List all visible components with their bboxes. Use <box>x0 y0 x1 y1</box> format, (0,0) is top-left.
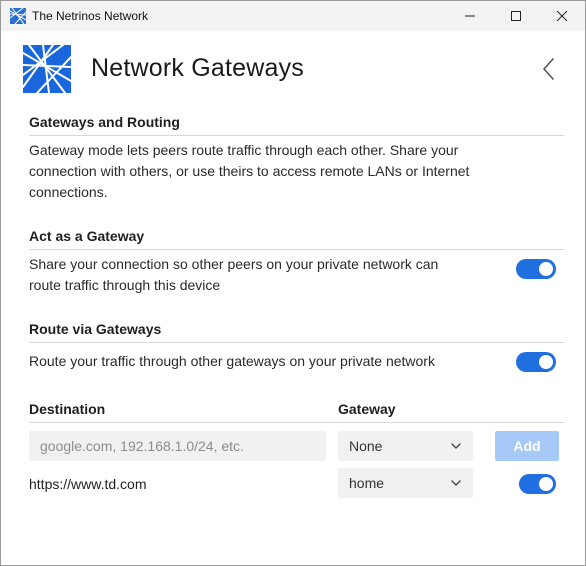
chevron-left-icon <box>543 58 554 80</box>
page-title: Network Gateways <box>91 54 304 82</box>
divider <box>29 249 564 250</box>
chevron-down-icon <box>451 443 461 449</box>
route-via-gateways-description: Route your traffic through other gateway… <box>29 353 435 369</box>
destination-input[interactable] <box>29 431 326 461</box>
back-button[interactable] <box>539 56 559 82</box>
minimize-button[interactable] <box>447 1 493 31</box>
divider <box>29 422 564 423</box>
maximize-icon <box>511 11 521 21</box>
route-enabled-toggle[interactable] <box>519 474 556 494</box>
toggle-knob <box>539 477 553 491</box>
description-line: Gateway mode lets peers route traffic th… <box>29 142 459 158</box>
minimize-icon <box>465 15 475 17</box>
app-logo-icon <box>10 8 26 24</box>
description-line: connection with others, or use theirs to… <box>29 163 470 179</box>
act-as-gateway-description: Share your connection so other peers on … <box>29 254 438 296</box>
toggle-knob <box>539 262 553 276</box>
add-route-button[interactable]: Add <box>495 431 559 461</box>
divider <box>29 342 564 343</box>
column-header-gateway: Gateway <box>338 401 396 417</box>
divider <box>29 135 564 136</box>
maximize-button[interactable] <box>493 1 539 31</box>
section-title-gateways-routing: Gateways and Routing <box>29 114 180 130</box>
window-title: The Netrinos Network <box>32 9 149 23</box>
chevron-down-icon <box>451 480 461 486</box>
description-line: route traffic through this device <box>29 277 221 293</box>
close-icon <box>556 10 568 22</box>
gateway-select-route-row[interactable]: home <box>338 468 473 498</box>
gateway-select-new-route[interactable]: None <box>338 431 473 461</box>
section-title-route-via-gateways: Route via Gateways <box>29 321 162 337</box>
netrinos-logo <box>23 45 71 93</box>
close-button[interactable] <box>539 1 585 31</box>
gateways-description: Gateway mode lets peers route traffic th… <box>29 140 469 203</box>
act-as-gateway-toggle[interactable] <box>516 259 556 279</box>
description-line: connections. <box>29 184 108 200</box>
toggle-knob <box>539 355 553 369</box>
column-header-destination: Destination <box>29 401 106 417</box>
app-window: The Netrinos Network Network Gateways Ga… <box>0 0 586 566</box>
description-line: Share your connection so other peers on … <box>29 256 439 272</box>
section-title-act-as-gateway: Act as a Gateway <box>29 228 145 244</box>
gateway-select-value: home <box>349 475 385 491</box>
title-bar[interactable]: The Netrinos Network <box>1 1 585 31</box>
route-via-gateways-toggle[interactable] <box>516 352 556 372</box>
route-destination: https://www.td.com <box>29 476 147 492</box>
gateway-select-value: None <box>349 438 383 454</box>
